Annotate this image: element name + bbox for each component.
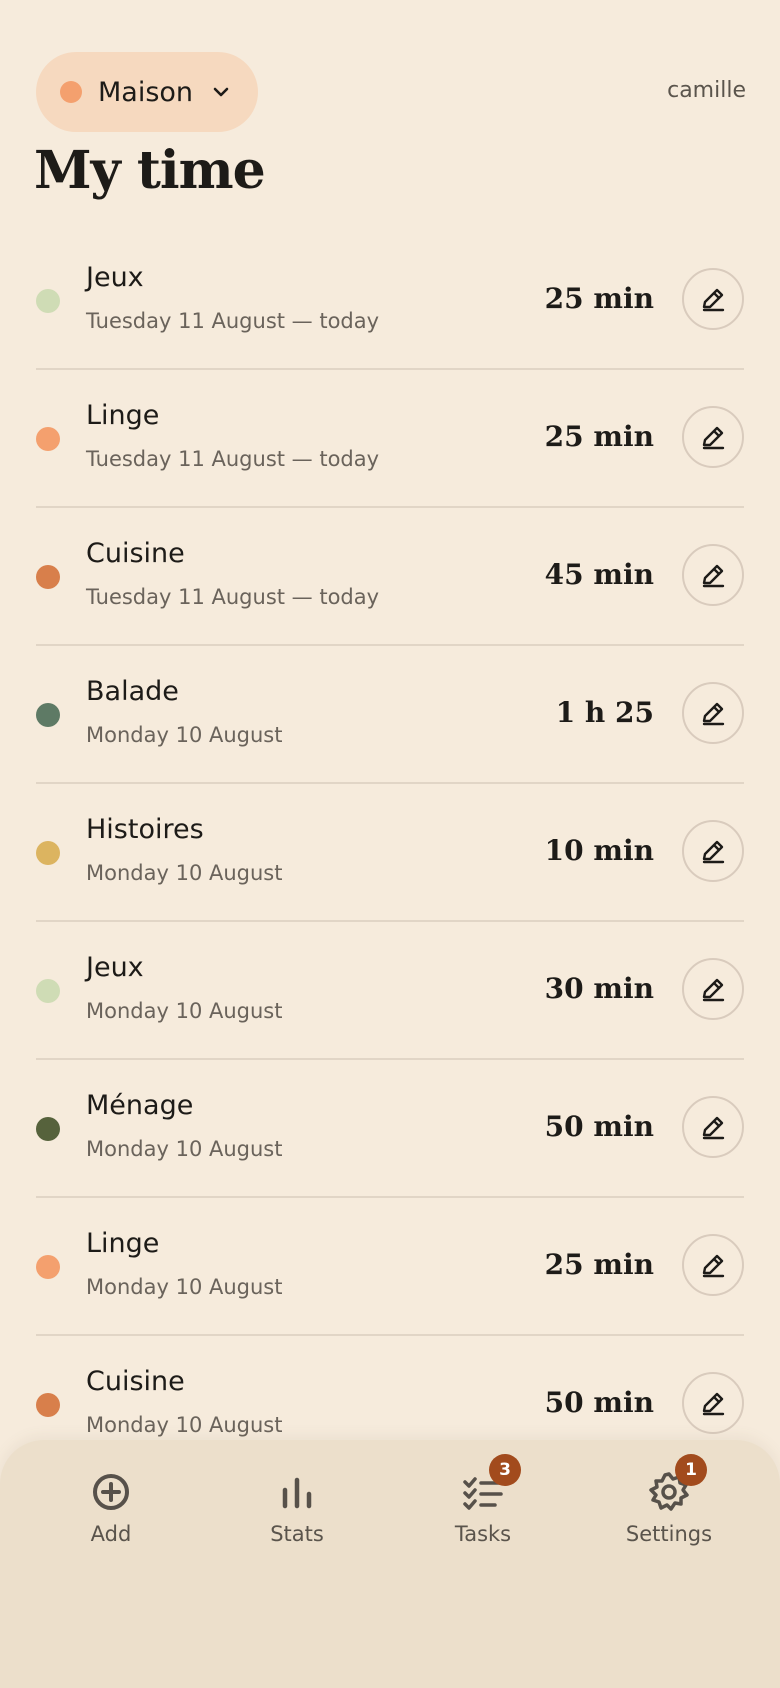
activity-name: Ménage [86, 1090, 194, 1121]
activity-name: Linge [86, 1228, 160, 1259]
nav-stats-label: Stats [270, 1522, 324, 1546]
username[interactable]: camille [667, 78, 746, 103]
add-circle-icon [93, 1474, 129, 1510]
activity-date: Monday 10 August [86, 1137, 283, 1161]
activity-name: Balade [86, 676, 179, 707]
activity-date: Monday 10 August [86, 1413, 283, 1437]
activity-name: Jeux [86, 952, 144, 983]
space-color-dot [60, 81, 82, 103]
nav-stats[interactable]: Stats [217, 1470, 377, 1546]
nav-tasks-label: Tasks [454, 1522, 512, 1546]
activity-name: Histoires [86, 814, 204, 845]
bar-chart-icon [282, 1477, 312, 1509]
time-entry-row[interactable]: Linge Monday 10 August 25 min [36, 1198, 744, 1336]
activity-duration: 10 min [544, 834, 654, 867]
tasks-badge: 3 [489, 1454, 521, 1486]
edit-entry-button[interactable] [682, 268, 744, 330]
edit-entry-button[interactable] [682, 406, 744, 468]
edit-entry-button[interactable] [682, 682, 744, 744]
time-entry-row[interactable]: Ménage Monday 10 August 50 min [36, 1060, 744, 1198]
edit-pencil-icon [702, 564, 725, 588]
activity-color-dot [36, 703, 60, 727]
edit-pencil-icon [702, 702, 725, 726]
activity-name: Cuisine [86, 1366, 185, 1397]
edit-pencil-icon [702, 840, 725, 864]
chevron-down-icon [213, 87, 229, 97]
space-name: Maison [98, 76, 194, 108]
edit-entry-button[interactable] [682, 958, 744, 1020]
edit-pencil-icon [702, 1116, 725, 1140]
time-entry-row[interactable]: Jeux Monday 10 August 30 min [36, 922, 744, 1060]
edit-entry-button[interactable] [682, 544, 744, 606]
edit-entry-button[interactable] [682, 1372, 744, 1434]
nav-settings-label: Settings [625, 1522, 713, 1546]
activity-color-dot [36, 1393, 60, 1417]
edit-pencil-icon [702, 978, 725, 1002]
activity-duration: 25 min [544, 282, 654, 315]
edit-entry-button[interactable] [682, 820, 744, 882]
activity-name: Jeux [86, 262, 144, 293]
activity-color-dot [36, 1117, 60, 1141]
time-entry-list: Jeux Tuesday 11 August — today 25 min Linge… [36, 232, 744, 1474]
activity-color-dot [36, 427, 60, 451]
edit-entry-button[interactable] [682, 1096, 744, 1158]
activity-date: Monday 10 August [86, 723, 283, 747]
edit-pencil-icon [702, 288, 725, 312]
bottom-nav: Add Stats 3 Tasks 1 Settings [0, 1440, 780, 1688]
space-selector[interactable]: Maison [36, 52, 258, 132]
activity-date: Monday 10 August [86, 999, 283, 1023]
activity-date: Tuesday 11 August — today [86, 585, 380, 609]
top-bar: Maison camille [36, 52, 746, 132]
activity-date: Monday 10 August [86, 861, 283, 885]
settings-badge: 1 [675, 1454, 707, 1486]
activity-duration: 50 min [544, 1110, 654, 1143]
time-entry-row[interactable]: Cuisine Tuesday 11 August — today 45 min [36, 508, 744, 646]
activity-duration: 1 h 25 [555, 696, 654, 729]
nav-add[interactable]: Add [31, 1470, 191, 1546]
activity-color-dot [36, 979, 60, 1003]
activity-color-dot [36, 565, 60, 589]
time-entry-row[interactable]: Linge Tuesday 11 August — today 25 min [36, 370, 744, 508]
activity-date: Monday 10 August [86, 1275, 283, 1299]
activity-name: Cuisine [86, 538, 185, 569]
edit-pencil-icon [702, 1254, 725, 1278]
activity-name: Linge [86, 400, 160, 431]
activity-color-dot [36, 289, 60, 313]
activity-duration: 25 min [544, 1248, 654, 1281]
time-entry-row[interactable]: Histoires Monday 10 August 10 min [36, 784, 744, 922]
time-entry-row[interactable]: Balade Monday 10 August 1 h 25 [36, 646, 744, 784]
nav-add-label: Add [90, 1522, 132, 1546]
activity-duration: 30 min [544, 972, 654, 1005]
page-title: My time [34, 140, 266, 201]
activity-date: Tuesday 11 August — today [86, 447, 380, 471]
activity-color-dot [36, 1255, 60, 1279]
activity-color-dot [36, 841, 60, 865]
edit-pencil-icon [702, 1392, 725, 1416]
nav-settings[interactable]: 1 Settings [589, 1454, 749, 1546]
activity-duration: 50 min [544, 1386, 654, 1419]
edit-entry-button[interactable] [682, 1234, 744, 1296]
activity-duration: 25 min [544, 420, 654, 453]
nav-tasks[interactable]: 3 Tasks [403, 1454, 563, 1546]
activity-duration: 45 min [544, 558, 654, 591]
time-entry-row[interactable]: Jeux Tuesday 11 August — today 25 min [36, 232, 744, 370]
edit-pencil-icon [702, 426, 725, 450]
activity-date: Tuesday 11 August — today [86, 309, 380, 333]
